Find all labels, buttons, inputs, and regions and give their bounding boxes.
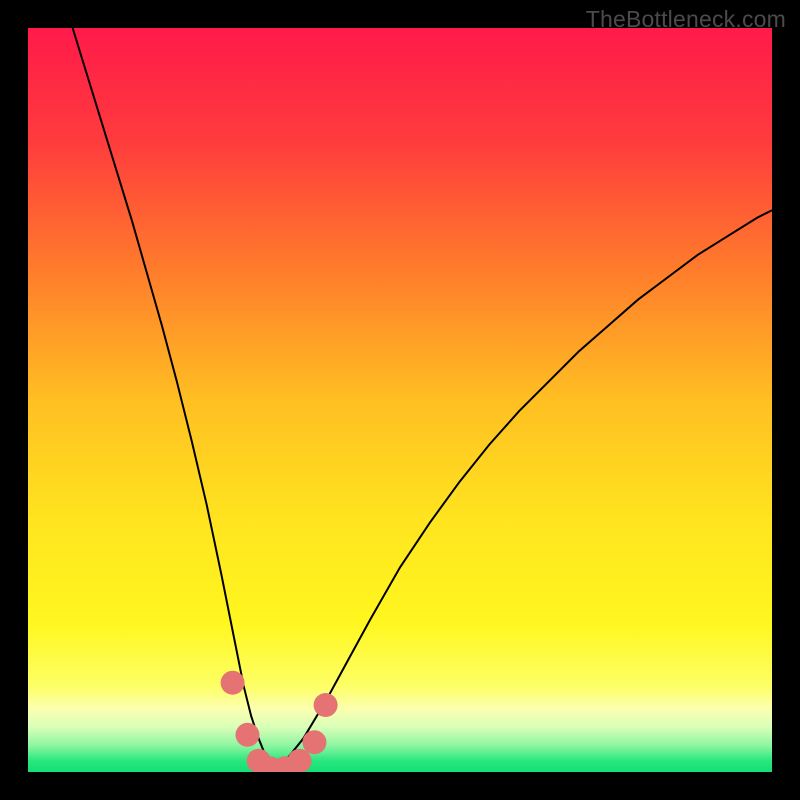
plot-area bbox=[28, 28, 772, 772]
valley-marker bbox=[314, 693, 338, 717]
chart-svg bbox=[28, 28, 772, 772]
chart-frame: TheBottleneck.com bbox=[0, 0, 800, 800]
valley-marker bbox=[302, 730, 326, 754]
gradient-background bbox=[28, 28, 772, 772]
watermark-text: TheBottleneck.com bbox=[586, 6, 786, 33]
valley-marker bbox=[221, 671, 245, 695]
valley-marker bbox=[235, 723, 259, 747]
